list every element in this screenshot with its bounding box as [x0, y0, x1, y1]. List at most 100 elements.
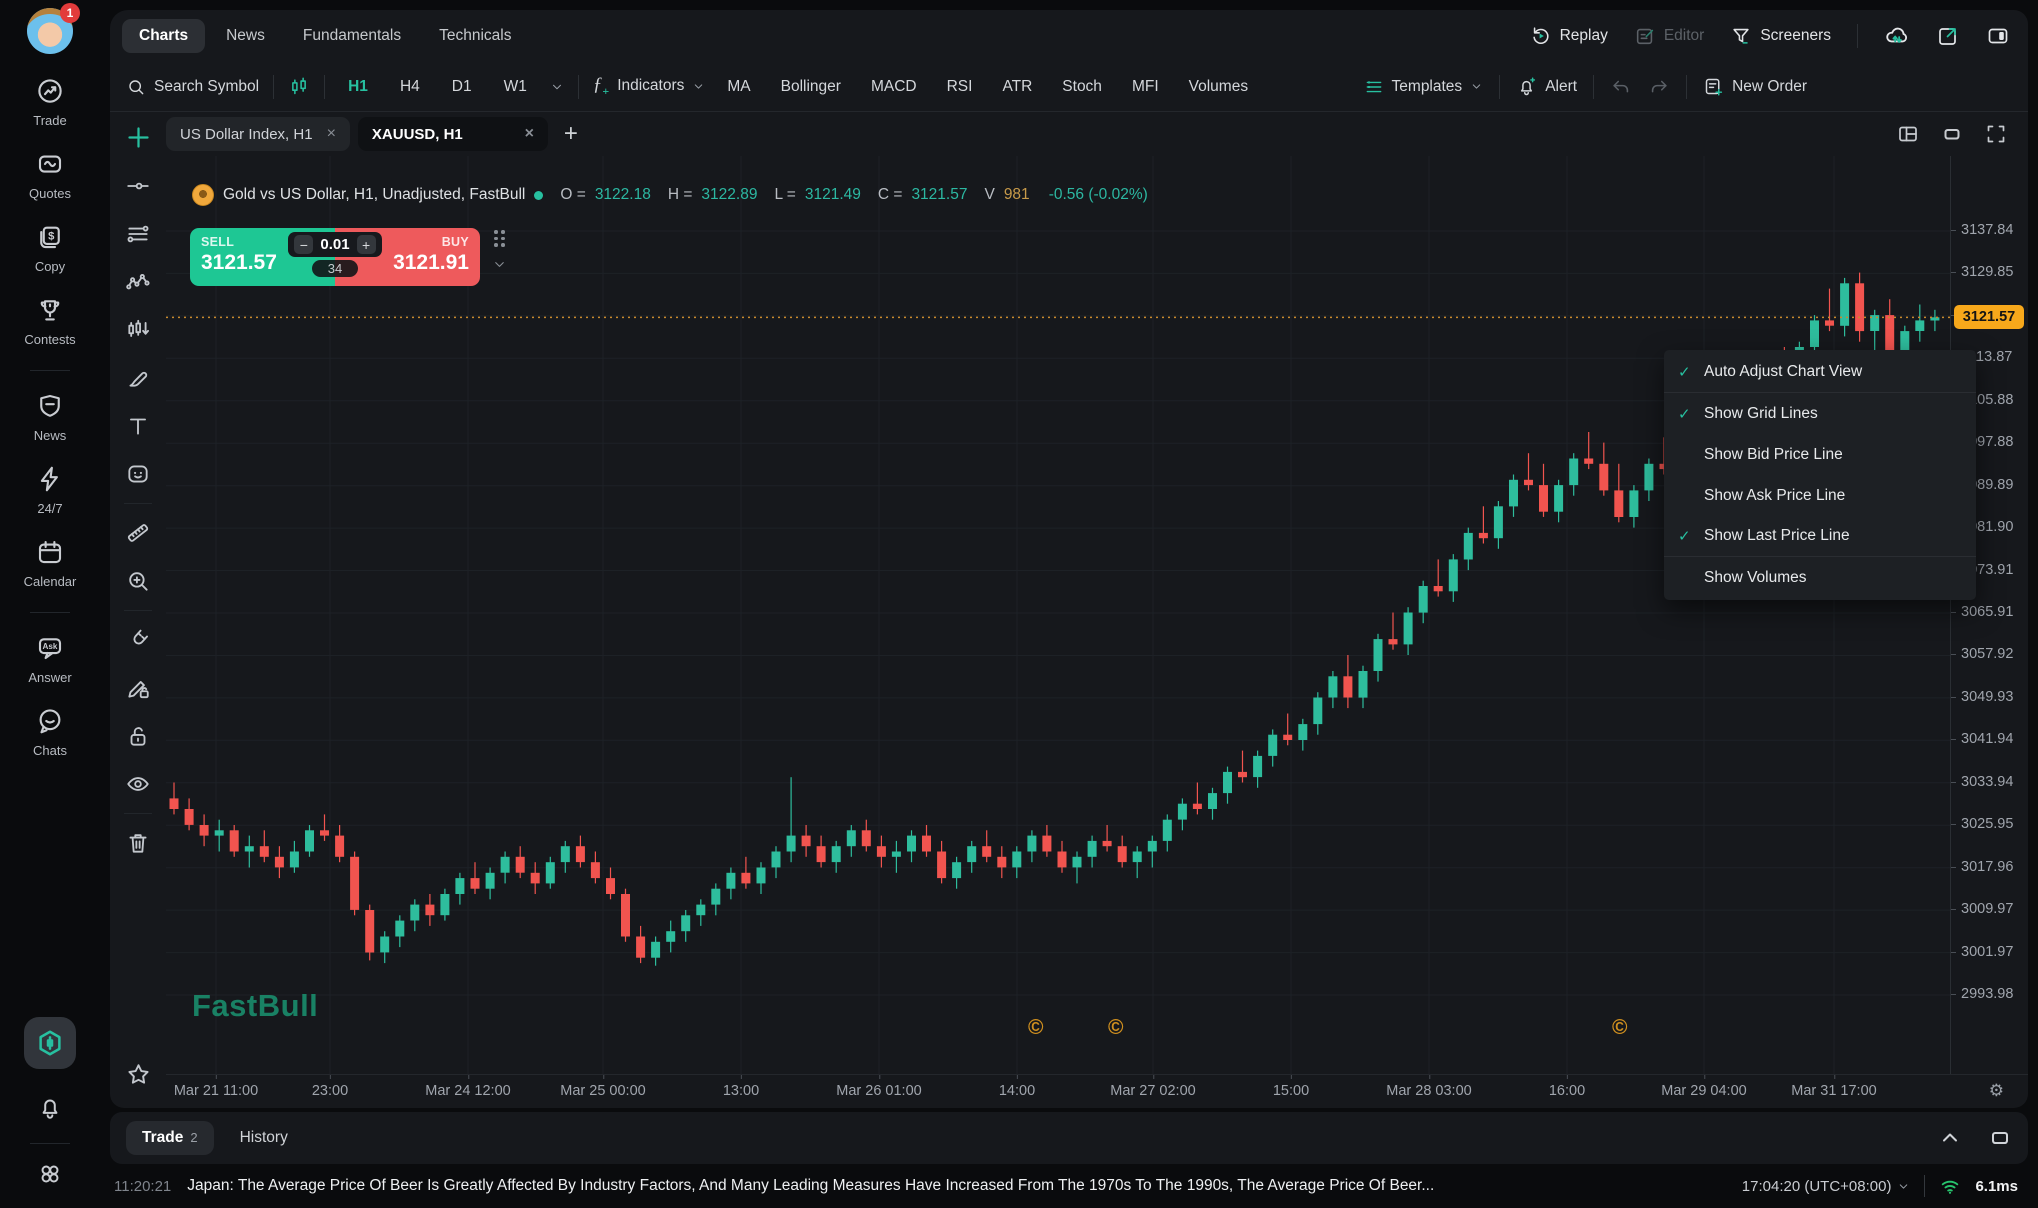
fx-icon: ƒ+ — [593, 74, 609, 99]
drag-handle-icon[interactable] — [494, 230, 505, 247]
indicator-chip-macd[interactable]: MACD — [863, 73, 925, 101]
menu-item-show-volumes[interactable]: ✓Show Volumes — [1664, 557, 1976, 598]
widget-handle[interactable] — [492, 230, 507, 272]
ruler-tool-icon[interactable] — [125, 520, 151, 546]
qty-minus-button[interactable]: − — [294, 235, 313, 254]
delete-drawings-trash-icon[interactable] — [125, 830, 151, 856]
user-avatar[interactable]: 1 — [27, 8, 73, 54]
text-tool-icon[interactable] — [125, 413, 151, 439]
tab-history[interactable]: History — [240, 1129, 288, 1147]
indicator-chip-atr[interactable]: ATR — [994, 73, 1040, 101]
hide-drawings-eye-icon[interactable] — [125, 771, 151, 797]
redo-icon[interactable] — [1648, 76, 1670, 98]
apps-grid-icon[interactable] — [36, 1160, 64, 1188]
wifi-icon — [1939, 1175, 1961, 1197]
menu-item-show-grid-lines[interactable]: ✓Show Grid Lines — [1664, 393, 1976, 434]
indicator-chip-volumes[interactable]: Volumes — [1181, 73, 1256, 101]
divider — [1593, 75, 1594, 99]
chart-tab-usdindex[interactable]: US Dollar Index, H1 × — [166, 117, 350, 151]
sidebar-item-copy[interactable]: $ Copy — [35, 222, 65, 274]
qty-plus-button[interactable]: + — [357, 235, 376, 254]
tab-news[interactable]: News — [209, 19, 282, 53]
undo-icon[interactable] — [1610, 76, 1632, 98]
replay-button[interactable]: Replay — [1530, 25, 1608, 47]
cloud-sync-icon[interactable] — [1884, 23, 1910, 49]
sidebar-item-247[interactable]: 24/7 — [35, 464, 65, 516]
close-tab-icon[interactable]: × — [525, 125, 534, 143]
indicator-chip-bollinger[interactable]: Bollinger — [773, 73, 849, 101]
news-ticker[interactable]: Japan: The Average Price Of Beer Is Grea… — [187, 1177, 1724, 1195]
divider — [324, 75, 325, 99]
timeframe-h1[interactable]: H1 — [339, 73, 377, 101]
trendline-tool-icon[interactable] — [125, 173, 151, 199]
screeners-button[interactable]: Screeners — [1730, 25, 1831, 47]
external-link-icon[interactable] — [1936, 24, 1960, 48]
indicator-chip-mfi[interactable]: MFI — [1124, 73, 1167, 101]
divider — [1857, 24, 1858, 48]
menu-item-auto-adjust[interactable]: ✓Auto Adjust Chart View — [1664, 352, 1976, 393]
indicator-chip-rsi[interactable]: RSI — [939, 73, 981, 101]
sidebar-item-contests[interactable]: Contests — [24, 295, 75, 347]
chart-tab-xauusd[interactable]: XAUUSD, H1 × — [358, 117, 548, 151]
sidebar-item-quotes[interactable]: Quotes — [29, 149, 71, 201]
panel-toggle-icon[interactable] — [1986, 24, 2010, 48]
tab-fundamentals[interactable]: Fundamentals — [286, 19, 418, 53]
new-order-button[interactable]: New Order — [1703, 76, 1807, 97]
forecast-tool-icon[interactable] — [125, 317, 151, 343]
notifications-bell-icon[interactable] — [36, 1093, 64, 1121]
menu-item-show-ask-price-line[interactable]: ✓Show Ask Price Line — [1664, 475, 1976, 516]
tab-trade[interactable]: Trade 2 — [126, 1121, 214, 1155]
search-symbol[interactable]: Search Symbol — [126, 77, 259, 97]
fullscreen-icon[interactable] — [1984, 122, 2008, 146]
favorites-star-icon[interactable] — [125, 1061, 152, 1088]
calendar-icon — [35, 537, 65, 567]
sidebar-item-answer[interactable]: Ask Answer — [28, 633, 71, 685]
time-axis[interactable]: Mar 21 11:0023:00Mar 24 12:00Mar 25 00:0… — [166, 1074, 2028, 1108]
menu-item-show-last-price-line[interactable]: ✓Show Last Price Line — [1664, 516, 1976, 557]
templates-button[interactable]: Templates — [1364, 77, 1484, 97]
magnet-tool-icon[interactable] — [125, 627, 151, 653]
expand-window-icon[interactable] — [1988, 1126, 2012, 1150]
price-chart[interactable]: Gold vs US Dollar, H1, Unadjusted, FastB… — [166, 156, 1950, 1074]
alert-button[interactable]: Alert — [1516, 76, 1577, 97]
pattern-tool-icon[interactable] — [125, 269, 151, 295]
tab-technicals[interactable]: Technicals — [422, 19, 528, 53]
lock-tool-icon[interactable] — [125, 723, 151, 749]
price-axis[interactable]: 3121.57 3137.843129.853121.863113.873105… — [1950, 156, 2028, 1074]
zoom-in-tool-icon[interactable] — [125, 568, 151, 594]
divider — [1686, 75, 1687, 99]
crosshair-tool-icon[interactable] — [125, 124, 152, 151]
collapse-chevron-up-icon[interactable] — [1938, 1126, 1962, 1150]
minimize-window-icon[interactable] — [1940, 122, 1964, 146]
sidebar-item-chats[interactable]: Chats — [33, 706, 67, 758]
drawing-lock-tool-icon[interactable] — [125, 675, 151, 701]
candlestick-style-icon[interactable] — [288, 76, 310, 98]
parallel-lines-tool-icon[interactable] — [125, 221, 151, 247]
editor-button[interactable]: Editor — [1634, 25, 1705, 47]
timeframe-h4[interactable]: H4 — [391, 73, 429, 101]
server-clock[interactable]: 17:04:20 (UTC+08:00) — [1742, 1178, 1911, 1195]
menu-item-show-bid-price-line[interactable]: ✓Show Bid Price Line — [1664, 434, 1976, 475]
tab-charts[interactable]: Charts — [122, 19, 205, 53]
timeframe-d1[interactable]: D1 — [443, 73, 481, 101]
sidebar-item-calendar[interactable]: Calendar — [24, 537, 77, 589]
add-chart-tab-button[interactable]: + — [564, 120, 578, 148]
axis-settings-gear-icon[interactable]: ⚙ — [1989, 1081, 2004, 1101]
indicator-chip-stoch[interactable]: Stoch — [1054, 73, 1110, 101]
brush-tool-icon[interactable] — [125, 365, 151, 391]
chevron-down-icon[interactable] — [550, 80, 564, 94]
indicators-button[interactable]: ƒ+ Indicators — [593, 74, 706, 99]
sidebar-item-terminal-active[interactable] — [24, 1017, 76, 1069]
price-axis-label: 3049.93 — [1961, 689, 2013, 705]
sticker-tool-icon[interactable] — [125, 461, 151, 487]
time-axis-label: Mar 25 00:00 — [560, 1083, 645, 1099]
sidebar-item-news[interactable]: News — [34, 391, 67, 443]
open-value: 3122.18 — [595, 186, 651, 204]
timeframe-w1[interactable]: W1 — [495, 73, 536, 101]
status-bar: 11:20:21 Japan: The Average Price Of Bee… — [110, 1164, 2028, 1208]
sidebar-item-trade[interactable]: Trade — [33, 76, 66, 128]
close-tab-icon[interactable]: × — [327, 125, 336, 143]
layout-grid-icon[interactable] — [1896, 122, 1920, 146]
indicator-chip-ma[interactable]: MA — [719, 73, 758, 101]
chevron-down-icon[interactable] — [492, 257, 507, 272]
